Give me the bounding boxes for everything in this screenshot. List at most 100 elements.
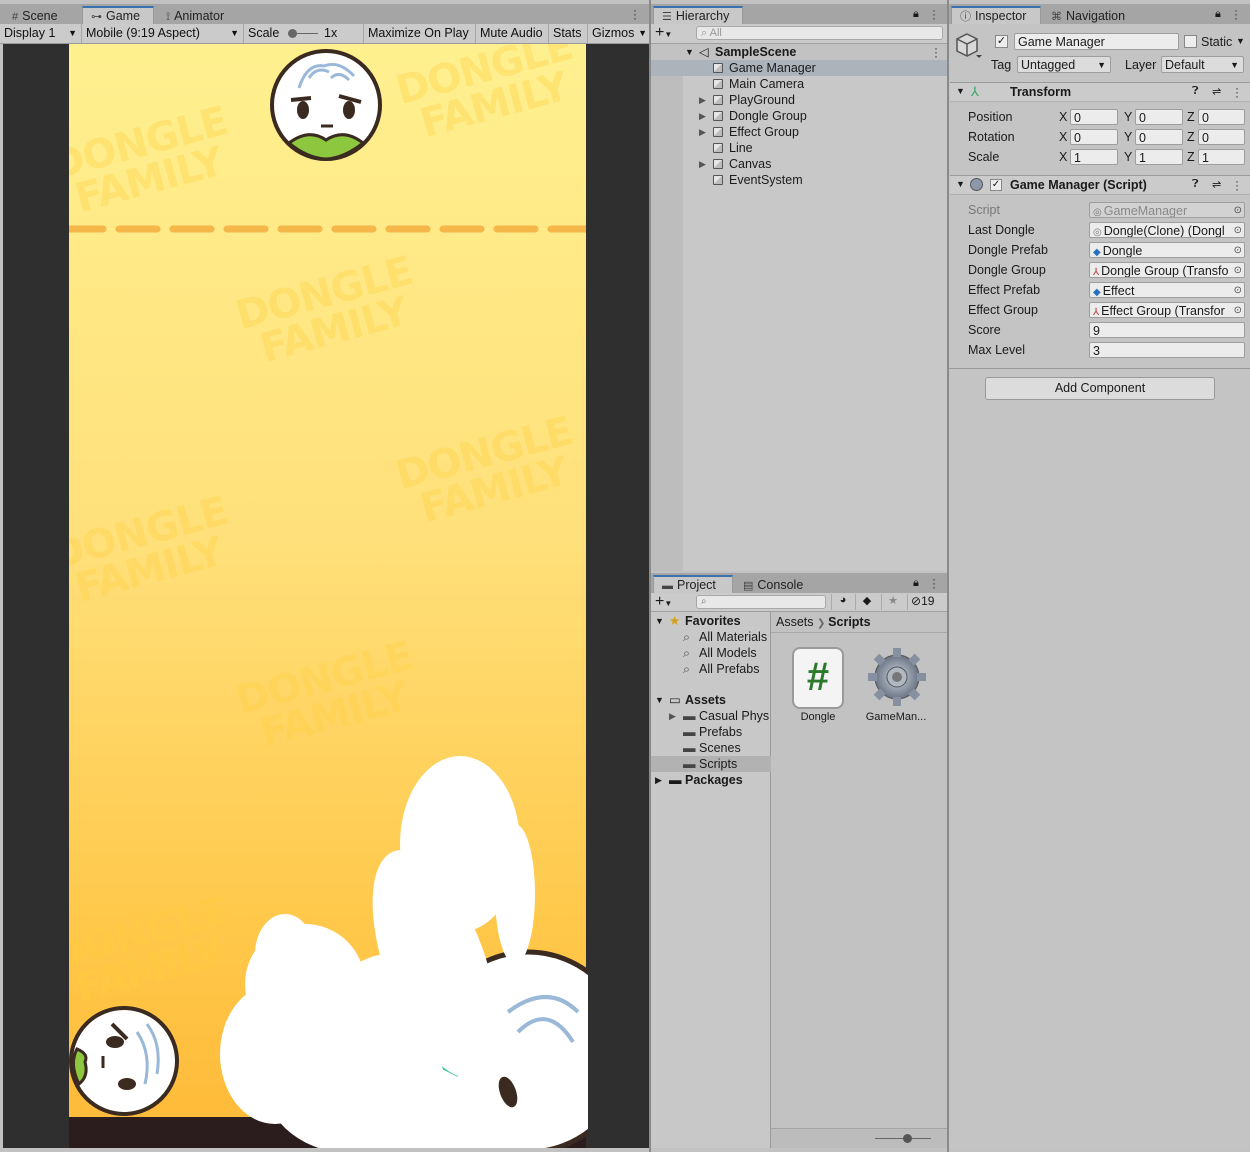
script-field-input[interactable]: ⅄ Effect Group (Transfor ⊙ bbox=[1089, 302, 1245, 318]
tab-project[interactable]: ▬ Project bbox=[653, 575, 733, 595]
tab-inspector[interactable]: ⓘ Inspector bbox=[951, 6, 1041, 26]
expand-arrow-icon[interactable]: ▼ bbox=[655, 692, 664, 708]
chevron-down-icon[interactable]: ▼ bbox=[1236, 36, 1245, 46]
expand-arrow-icon[interactable]: ▼ bbox=[956, 179, 965, 189]
add-component-button[interactable]: Add Component bbox=[985, 377, 1215, 400]
file-item[interactable]: GameMan... bbox=[859, 644, 933, 726]
packages-folder[interactable]: ▶ ▬ Packages bbox=[651, 772, 771, 788]
script-field-input[interactable]: ◆ Effect ⊙ bbox=[1089, 282, 1245, 298]
file-item[interactable]: # Dongle bbox=[783, 644, 853, 726]
menu-dots-icon[interactable]: · · · bbox=[633, 4, 637, 24]
transform-z-input[interactable]: 1 bbox=[1198, 149, 1245, 165]
transform-x-input[interactable]: 1 bbox=[1070, 149, 1118, 165]
expand-arrow-icon[interactable]: ▶ bbox=[669, 708, 676, 724]
hierarchy-item[interactable]: ▶ Canvas bbox=[651, 156, 947, 172]
active-checkbox[interactable]: ✓ bbox=[995, 35, 1008, 48]
help-icon[interactable]: ❓︎ bbox=[1192, 85, 1199, 98]
transform-y-input[interactable]: 1 bbox=[1135, 149, 1183, 165]
help-icon[interactable]: ❓︎ bbox=[1192, 178, 1199, 191]
script-field-input[interactable]: 9 bbox=[1089, 322, 1245, 338]
layer-select[interactable]: Default ▼ bbox=[1161, 56, 1244, 73]
stats-toggle[interactable]: Stats bbox=[549, 24, 588, 43]
static-checkbox[interactable] bbox=[1184, 35, 1197, 48]
expand-arrow-icon[interactable]: ▶ bbox=[655, 772, 662, 788]
expand-arrow-icon[interactable]: ▶ bbox=[699, 92, 706, 108]
tab-game[interactable]: ⊶ Game bbox=[82, 6, 154, 26]
object-picker-icon[interactable]: ⊙ bbox=[1233, 223, 1242, 237]
hierarchy-item[interactable]: EventSystem bbox=[651, 172, 947, 188]
tab-hierarchy[interactable]: ☰ Hierarchy bbox=[653, 6, 743, 26]
script-field-input[interactable]: ◆ Dongle ⊙ bbox=[1089, 242, 1245, 258]
object-picker-icon[interactable]: ⊙ bbox=[1233, 303, 1242, 317]
favorite-item[interactable]: ⌕ All Prefabs bbox=[651, 661, 771, 677]
object-picker-icon[interactable]: ⊙ bbox=[1233, 283, 1242, 297]
expand-arrow-icon[interactable]: ▶ bbox=[699, 156, 706, 172]
hierarchy-item[interactable]: ▶ Effect Group bbox=[651, 124, 947, 140]
breadcrumb-scripts[interactable]: Scripts bbox=[828, 615, 870, 629]
transform-x-input[interactable]: 0 bbox=[1070, 109, 1118, 125]
tab-scene[interactable]: # Scene bbox=[4, 6, 82, 26]
filter-by-label-icon[interactable]: ◆ bbox=[855, 594, 878, 610]
script-field-input[interactable]: ◎ Dongle(Clone) (Dongl ⊙ bbox=[1089, 222, 1245, 238]
transform-z-input[interactable]: 0 bbox=[1198, 109, 1245, 125]
tab-console[interactable]: ▤ Console bbox=[735, 575, 825, 595]
add-icon[interactable]: +▼ bbox=[655, 593, 672, 612]
object-picker-icon[interactable]: ⊙ bbox=[1233, 263, 1242, 277]
transform-header[interactable]: ▼ ⅄ Transform ❓︎ ⇌ · · · bbox=[950, 82, 1250, 102]
transform-y-input[interactable]: 0 bbox=[1135, 109, 1183, 125]
breadcrumb-assets[interactable]: Assets bbox=[776, 615, 814, 629]
aspect-select[interactable]: Mobile (9:19 Aspect) ▼ bbox=[82, 24, 244, 43]
add-icon[interactable]: +▼ bbox=[655, 24, 672, 44]
script-field-input[interactable]: ◎ GameManager ⊙ bbox=[1089, 202, 1245, 218]
menu-dots-icon[interactable]: · · · bbox=[1235, 175, 1239, 195]
expand-arrow-icon[interactable]: ▼ bbox=[685, 44, 694, 60]
hierarchy-item[interactable]: Main Camera bbox=[651, 76, 947, 92]
menu-dots-icon[interactable]: · · · bbox=[1235, 82, 1239, 102]
star-icon[interactable]: ★ bbox=[881, 594, 904, 610]
asset-folder[interactable]: ▬ Scripts bbox=[651, 756, 771, 772]
component-enabled-checkbox[interactable]: ✓ bbox=[990, 179, 1002, 191]
scale-slider[interactable]: Scale 1x bbox=[244, 24, 364, 43]
asset-folder[interactable]: ▶ ▬ Casual Phys bbox=[651, 708, 771, 724]
mute-audio-toggle[interactable]: Mute Audio bbox=[476, 24, 549, 43]
hierarchy-search-input[interactable]: ⌕ All bbox=[696, 26, 943, 40]
hierarchy-item[interactable]: ▶ Dongle Group bbox=[651, 108, 947, 124]
expand-arrow-icon[interactable]: ▶ bbox=[699, 108, 706, 124]
transform-x-input[interactable]: 0 bbox=[1070, 129, 1118, 145]
preset-icon[interactable]: ⇌ bbox=[1212, 85, 1221, 98]
hierarchy-item[interactable]: Game Manager bbox=[651, 60, 947, 76]
slider-thumb[interactable] bbox=[288, 29, 297, 38]
tag-select[interactable]: Untagged ▼ bbox=[1017, 56, 1111, 73]
favorites-folder[interactable]: ▼ ★ Favorites bbox=[651, 613, 771, 629]
filter-by-type-icon[interactable]: ◕ bbox=[831, 594, 854, 610]
menu-dots-icon[interactable]: · · · bbox=[932, 573, 936, 593]
game-viewport[interactable]: DONGLE FAMILY DONGLE FAMILY DONGLE FAMILY D… bbox=[3, 44, 649, 1148]
script-field-input[interactable]: ⅄ Dongle Group (Transfo ⊙ bbox=[1089, 262, 1245, 278]
transform-y-input[interactable]: 0 bbox=[1135, 129, 1183, 145]
hierarchy-item[interactable]: Line bbox=[651, 140, 947, 156]
lock-icon[interactable]: 🔒︎ bbox=[913, 577, 919, 590]
maximize-on-play-toggle[interactable]: Maximize On Play bbox=[364, 24, 476, 43]
menu-dots-icon[interactable]: · · · bbox=[1234, 4, 1238, 24]
tab-navigation[interactable]: ⌘ Navigation bbox=[1043, 6, 1143, 26]
scene-row[interactable]: ▼ ◁ SampleScene · · · bbox=[651, 42, 947, 62]
expand-arrow-icon[interactable]: ▼ bbox=[655, 613, 664, 629]
lock-icon[interactable]: 🔒︎ bbox=[1215, 8, 1221, 21]
expand-arrow-icon[interactable]: ▶ bbox=[699, 124, 706, 140]
tab-animator[interactable]: ⟟ Animator bbox=[158, 6, 248, 26]
expand-arrow-icon[interactable]: ▼ bbox=[956, 86, 965, 96]
hierarchy-item[interactable]: ▶ PlayGround bbox=[651, 92, 947, 108]
script-field-input[interactable]: 3 bbox=[1089, 342, 1245, 358]
slider-thumb[interactable] bbox=[903, 1134, 912, 1143]
hidden-packages-toggle[interactable]: ⊘19 bbox=[907, 594, 951, 610]
preset-icon[interactable]: ⇌ bbox=[1212, 178, 1221, 191]
gizmos-toggle[interactable]: Gizmos ▼ bbox=[588, 24, 649, 43]
project-search-input[interactable]: ⌕ bbox=[696, 595, 826, 609]
menu-dots-icon[interactable]: · · · bbox=[934, 42, 938, 62]
transform-z-input[interactable]: 0 bbox=[1198, 129, 1245, 145]
object-picker-icon[interactable]: ⊙ bbox=[1233, 243, 1242, 257]
lock-icon[interactable]: 🔒︎ bbox=[913, 8, 919, 21]
asset-folder[interactable]: ▬ Scenes bbox=[651, 740, 771, 756]
object-name-input[interactable]: Game Manager bbox=[1014, 33, 1179, 50]
favorite-item[interactable]: ⌕ All Materials bbox=[651, 629, 771, 645]
